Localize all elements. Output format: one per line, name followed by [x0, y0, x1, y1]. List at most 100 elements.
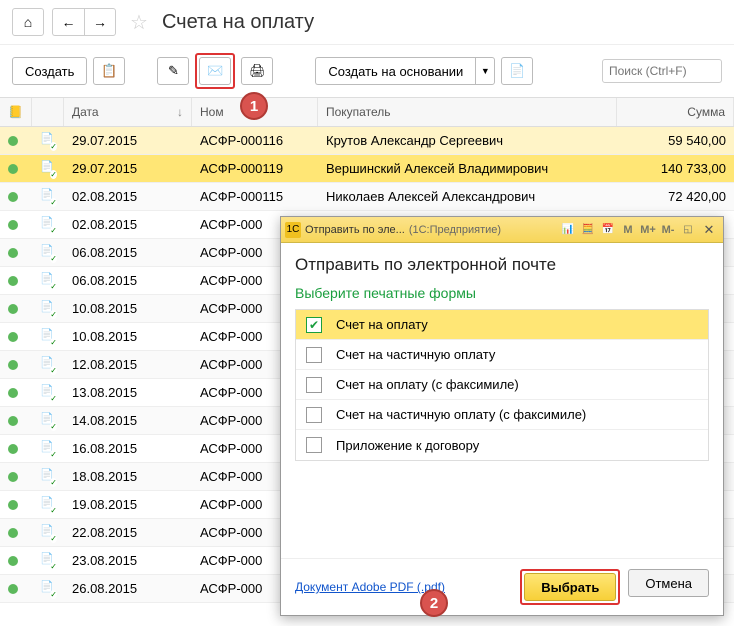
doc-posted-icon — [40, 162, 54, 176]
status-dot-icon — [8, 528, 18, 538]
col-sum[interactable]: Сумма — [617, 98, 734, 126]
col-buyer[interactable]: Покупатель — [318, 98, 617, 126]
cell-date: 22.08.2015 — [64, 525, 192, 540]
doc-posted-icon — [40, 134, 54, 148]
doc-posted-icon — [40, 302, 54, 316]
cell-date: 29.07.2015 — [64, 161, 192, 176]
print-form-row[interactable]: Счет на оплату (с факсимиле) — [296, 370, 708, 400]
print-form-label: Счет на частичную оплату (с факсимиле) — [336, 407, 586, 422]
search-input[interactable] — [602, 59, 722, 83]
cell-buyer: Николаев Алексей Александрович — [318, 189, 617, 204]
cell-number: АСФР-000115 — [192, 189, 318, 204]
status-dot-icon — [8, 332, 18, 342]
doc-posted-icon — [40, 526, 54, 540]
doc-posted-icon — [40, 218, 54, 232]
table-row[interactable]: 29.07.2015АСФР-000119Вершинский Алексей … — [0, 155, 734, 183]
select-button-highlight: Выбрать — [520, 569, 620, 605]
print-button[interactable]: 🖨 — [241, 57, 273, 85]
cell-buyer: Крутов Александр Сергеевич — [318, 133, 617, 148]
doc-posted-icon — [40, 330, 54, 344]
print-form-label: Приложение к договору — [336, 438, 479, 453]
cell-date: 29.07.2015 — [64, 133, 192, 148]
cell-date: 06.08.2015 — [64, 273, 192, 288]
cell-date: 10.08.2015 — [64, 329, 192, 344]
doc-posted-icon — [40, 442, 54, 456]
table-row[interactable]: 02.08.2015АСФР-000115Николаев Алексей Ал… — [0, 183, 734, 211]
create-based-on-dropdown[interactable]: Создать на основании ▼ — [315, 57, 495, 85]
back-button[interactable]: ← — [52, 8, 84, 36]
status-dot-icon — [8, 276, 18, 286]
status-dot-icon — [8, 556, 18, 566]
cell-sum: 140 733,00 — [617, 161, 734, 176]
copy-button[interactable]: 📋 — [93, 57, 125, 85]
print-form-row[interactable]: Счет на частичную оплату — [296, 340, 708, 370]
print-form-row[interactable]: ✔ Счет на оплату — [296, 310, 708, 340]
status-dot-icon — [8, 472, 18, 482]
tb-icon-3[interactable]: 📅 — [599, 221, 617, 239]
cell-sum: 72 420,00 — [617, 189, 734, 204]
tb-restore-button[interactable]: ◱ — [679, 221, 697, 239]
cell-date: 14.08.2015 — [64, 413, 192, 428]
tb-mplus-button[interactable]: M+ — [639, 221, 657, 239]
status-dot-icon — [8, 164, 18, 174]
page-title: Счета на оплату — [162, 11, 314, 34]
print-form-row[interactable]: Счет на частичную оплату (с факсимиле) — [296, 400, 708, 430]
callout-2: 2 — [420, 589, 448, 617]
report-button[interactable]: 📄 — [501, 57, 533, 85]
print-form-label: Счет на оплату (с факсимиле) — [336, 377, 519, 392]
checkbox[interactable]: ✔ — [306, 317, 322, 333]
col-date[interactable]: Дата↓ — [64, 98, 192, 126]
select-button[interactable]: Выбрать — [524, 573, 616, 601]
forward-button[interactable]: → — [84, 8, 116, 36]
print-form-label: Счет на оплату — [336, 317, 428, 332]
doc-posted-icon — [40, 386, 54, 400]
status-dot-icon — [8, 416, 18, 426]
cell-date: 06.08.2015 — [64, 245, 192, 260]
checkbox[interactable] — [306, 377, 322, 393]
status-dot-icon — [8, 220, 18, 230]
print-form-label: Счет на частичную оплату — [336, 347, 495, 362]
checkbox[interactable] — [306, 347, 322, 363]
dialog-subheading: Выберите печатные формы — [295, 285, 709, 301]
doc-posted-icon — [40, 274, 54, 288]
email-dialog: 1C Отправить по эле... (1С:Предприятие) … — [280, 216, 724, 616]
cancel-button[interactable]: Отмена — [628, 569, 709, 597]
cell-date: 12.08.2015 — [64, 357, 192, 372]
home-button[interactable]: ⌂ — [12, 8, 44, 36]
tb-mminus-button[interactable]: M- — [659, 221, 677, 239]
dialog-titlebar[interactable]: 1C Отправить по эле... (1С:Предприятие) … — [281, 217, 723, 243]
table-row[interactable]: 29.07.2015АСФР-000116Крутов Александр Се… — [0, 127, 734, 155]
doc-posted-icon — [40, 414, 54, 428]
email-button[interactable]: ✉️ — [199, 57, 231, 85]
status-dot-icon — [8, 304, 18, 314]
pencil-button[interactable]: ✎ — [157, 57, 189, 85]
tb-m-button[interactable]: M — [619, 221, 637, 239]
status-dot-icon — [8, 388, 18, 398]
status-dot-icon — [8, 500, 18, 510]
doc-posted-icon — [40, 470, 54, 484]
status-dot-icon — [8, 584, 18, 594]
dialog-title: Отправить по эле... — [305, 224, 405, 236]
col-doc-icon[interactable] — [32, 98, 64, 126]
create-button[interactable]: Создать — [12, 57, 87, 85]
col-status-icon[interactable]: 📒 — [0, 98, 32, 126]
cell-date: 02.08.2015 — [64, 189, 192, 204]
cell-date: 10.08.2015 — [64, 301, 192, 316]
doc-posted-icon — [40, 498, 54, 512]
status-dot-icon — [8, 248, 18, 258]
tb-icon-1[interactable]: 📊 — [559, 221, 577, 239]
callout-1: 1 — [240, 92, 268, 120]
dialog-close-button[interactable]: ✕ — [699, 221, 719, 239]
tb-icon-2[interactable]: 🧮 — [579, 221, 597, 239]
status-dot-icon — [8, 360, 18, 370]
cell-date: 26.08.2015 — [64, 581, 192, 596]
doc-posted-icon — [40, 358, 54, 372]
checkbox[interactable] — [306, 407, 322, 423]
print-form-row[interactable]: Приложение к договору — [296, 430, 708, 460]
pdf-format-link[interactable]: Документ Adobe PDF (.pdf) — [295, 580, 445, 594]
cell-date: 13.08.2015 — [64, 385, 192, 400]
favorite-star-icon[interactable]: ☆ — [130, 10, 148, 35]
checkbox[interactable] — [306, 437, 322, 453]
cell-buyer: Вершинский Алексей Владимирович — [318, 161, 617, 176]
chevron-down-icon[interactable]: ▼ — [475, 57, 495, 85]
